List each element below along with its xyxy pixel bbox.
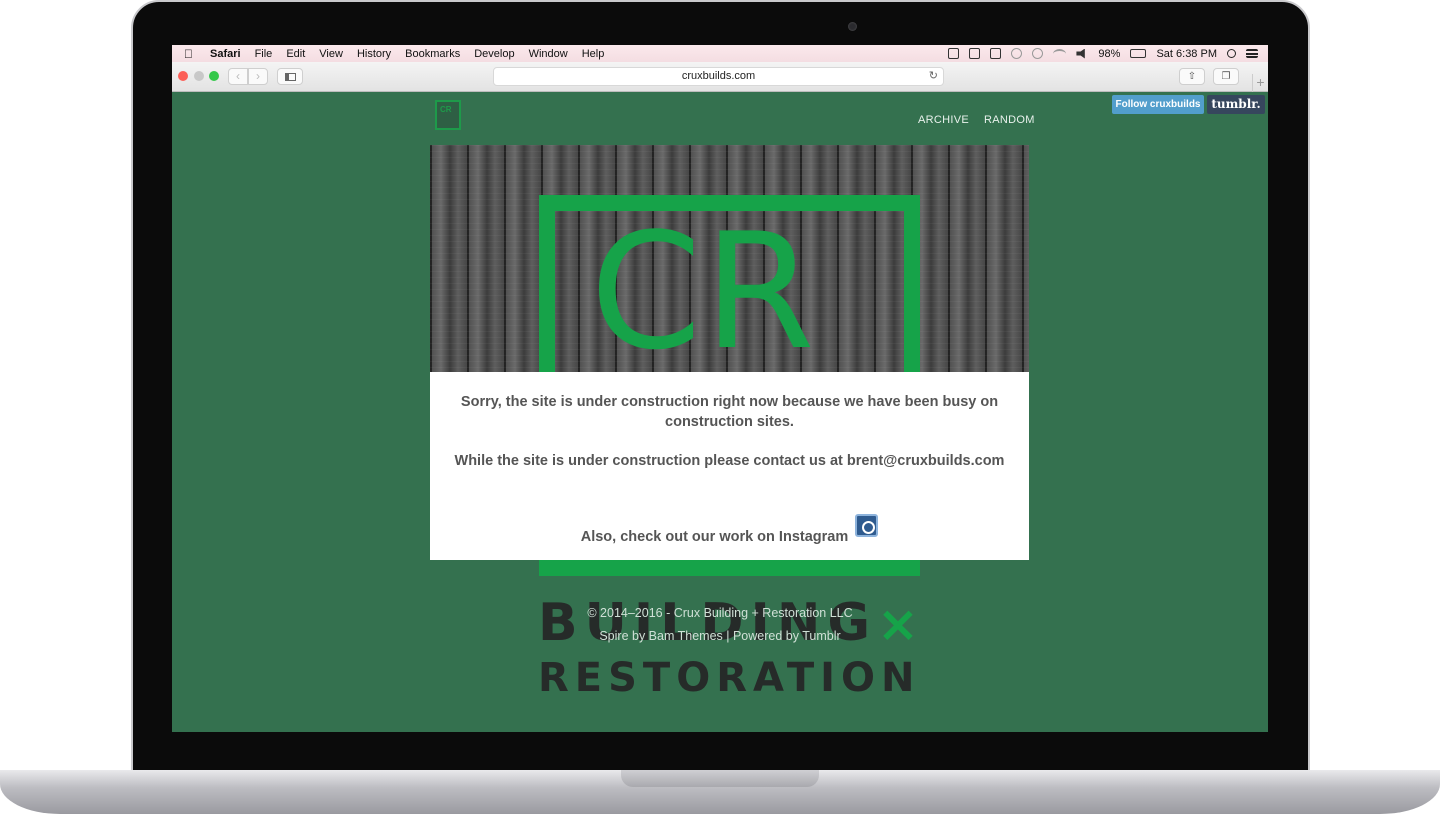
mac-menu-bar:  Safari File Edit View History Bookmark… <box>172 45 1268 62</box>
brand-bar-graphic <box>539 560 920 576</box>
menu-edit[interactable]: Edit <box>286 48 305 60</box>
nav-random[interactable]: RANDOM <box>984 114 1035 126</box>
site-logo[interactable]: CR <box>435 100 461 130</box>
share-icon: ⇧ <box>1187 71 1197 82</box>
laptop-notch <box>621 770 819 787</box>
notice-line-3: Also, check out our work on Instagram <box>430 514 1029 548</box>
footer-credits[interactable]: Spire by Bam Themes | Powered by Tumblr <box>172 629 1268 643</box>
notice-line-2: While the site is under construction ple… <box>454 453 1005 469</box>
url-text: cruxbuilds.com <box>681 70 756 82</box>
menu-bookmarks[interactable]: Bookmarks <box>405 48 460 60</box>
brand-word-building: BUILDING <box>538 593 878 653</box>
volume-icon[interactable] <box>1076 48 1085 59</box>
instagram-text: Also, check out our work on Instagram <box>580 529 849 545</box>
web-page: CR ARCHIVE RANDOM Follow cruxbuilds tumb… <box>172 93 1268 732</box>
instagram-icon[interactable] <box>855 514 879 537</box>
tumblr-logo[interactable]: tumblr. <box>1207 95 1265 114</box>
zoom-window-button[interactable] <box>209 71 219 81</box>
dropbox-icon[interactable] <box>990 48 1002 59</box>
menu-app-name[interactable]: Safari <box>210 48 241 60</box>
logo-monogram-icon: CR <box>440 105 452 114</box>
tumblr-follow-button[interactable]: Follow cruxbuilds <box>1112 95 1204 114</box>
brand-word-restoration: RESTORATION <box>538 655 921 701</box>
sidebar-icon <box>285 73 296 81</box>
menu-window[interactable]: Window <box>529 48 568 60</box>
nav-archive[interactable]: ARCHIVE <box>918 114 969 126</box>
adobe-icon[interactable] <box>948 48 960 59</box>
construction-notice: Sorry, the site is under construction ri… <box>430 372 1029 560</box>
menu-develop[interactable]: Develop <box>474 48 514 60</box>
footer-copyright: © 2014–2016 - Crux Building + Restoratio… <box>587 606 853 620</box>
browser-toolbar: ‹ › cruxbuilds.com ↻ ⇧ ❐ + <box>172 62 1268 92</box>
wifi-icon[interactable] <box>1053 48 1067 59</box>
spotlight-icon[interactable] <box>1227 49 1236 58</box>
battery-percent[interactable]: 98% <box>1098 48 1120 60</box>
dashlane-icon[interactable] <box>969 48 981 59</box>
close-window-button[interactable] <box>178 71 188 81</box>
menu-file[interactable]: File <box>255 48 273 60</box>
back-button[interactable]: ‹ <box>228 68 248 85</box>
new-tab-button[interactable]: + <box>1252 74 1268 92</box>
reload-icon[interactable]: ↻ <box>929 68 938 85</box>
forward-button[interactable]: › <box>248 68 268 85</box>
hero-image: CR <box>430 145 1029 372</box>
bluetooth-icon[interactable] <box>1032 48 1044 59</box>
show-tabs-button[interactable]: ❐ <box>1213 68 1239 85</box>
share-button[interactable]: ⇧ <box>1179 68 1205 85</box>
screen:  Safari File Edit View History Bookmark… <box>172 45 1268 732</box>
menu-help[interactable]: Help <box>582 48 605 60</box>
webcam <box>848 22 857 31</box>
sidebar-toggle-button[interactable] <box>277 68 303 85</box>
address-bar[interactable]: cruxbuilds.com ↻ <box>493 67 944 86</box>
menu-history[interactable]: History <box>357 48 391 60</box>
menu-status-area: 98% Sat 6:38 PM <box>948 45 1258 62</box>
battery-icon[interactable] <box>1130 49 1147 58</box>
hero-logo-letters: CR <box>590 198 817 373</box>
notice-line-1: Sorry, the site is under construction ri… <box>460 394 999 430</box>
menu-view[interactable]: View <box>319 48 343 60</box>
tabs-icon: ❐ <box>1221 71 1231 82</box>
time-machine-icon[interactable] <box>1011 48 1023 59</box>
brand-x-mark: × <box>877 595 919 653</box>
minimize-window-button[interactable] <box>194 71 204 81</box>
notification-center-icon[interactable] <box>1246 49 1258 58</box>
menu-clock[interactable]: Sat 6:38 PM <box>1156 48 1217 60</box>
chevron-right-icon: › <box>256 69 260 83</box>
apple-icon[interactable]:  <box>184 48 196 60</box>
chevron-left-icon: ‹ <box>236 69 240 83</box>
laptop-frame:  Safari File Edit View History Bookmark… <box>0 0 1440 814</box>
